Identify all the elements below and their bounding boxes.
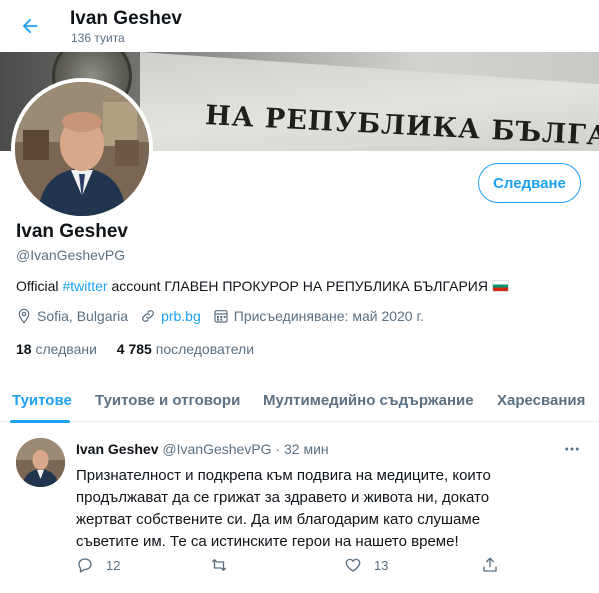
tab-tweets-and-replies[interactable]: Туитове и отговори [95,378,240,422]
share-button[interactable] [481,556,511,574]
joined-text: Присъединяване: май 2020 г. [233,308,424,324]
tweet-text: Признателност и подкрепа към подвига на … [76,467,491,550]
avatar-image [15,82,149,216]
following-count: 18 [16,341,32,357]
location-text: Sofia, Bulgaria [37,308,129,324]
header-tweet-count: 136 туита [71,31,125,45]
following-label: следвани [35,341,97,357]
tweet-avatar-image [16,438,65,487]
like-button[interactable]: 13 [344,556,388,574]
bulgaria-flag-icon [491,280,509,292]
tab-likes[interactable]: Харесвания [497,378,585,422]
following-stat[interactable]: 18 следвани [16,341,97,357]
profile-website[interactable]: prb.bg [140,308,201,324]
tweet-card[interactable]: Ivan Geshev @IvanGeshevPG · 32 мин Призн… [0,423,599,593]
followers-label: последователи [155,341,255,357]
profile-handle: @IvanGeshevPG [16,247,126,263]
tab-likes-label: Харесвания [497,391,586,409]
bio-suffix: account ГЛАВЕН ПРОКУРОР НА РЕПУБЛИКА БЪЛ… [107,278,488,294]
bio-hashtag-link[interactable]: #twitter [62,278,107,294]
retweet-button[interactable] [209,556,241,574]
profile-avatar[interactable] [11,78,153,220]
like-icon [345,558,361,572]
tab-tweets-label: Туитове [12,391,72,409]
tweet-time[interactable]: 32 мин [284,441,329,457]
profile-location: Sofia, Bulgaria [16,308,128,324]
tweet-header: Ivan Geshev @IvanGeshevPG · 32 мин [76,441,329,457]
bio-prefix: Official [16,278,63,294]
calendar-icon [214,310,228,323]
link-icon [142,310,154,322]
profile-tabs: Туитове Туитове и отговори Мултимедийно … [0,378,599,423]
like-count: 13 [374,557,389,573]
reply-icon [78,558,92,573]
tab-media[interactable]: Мултимедийно съдържание [263,378,474,422]
more-icon [565,447,579,451]
followers-count: 4 785 [116,341,152,357]
location-icon [18,308,30,324]
share-icon [483,557,497,572]
profile-stats: 18 следвани 4 785 последователи [16,341,270,357]
back-arrow-icon [22,18,38,34]
profile-header-bar: Ivan Geshev 136 туита [0,0,599,52]
profile-meta: Sofia, Bulgaria prb.bg Присъединяване: м… [16,308,436,324]
tab-tweets[interactable]: Туитове [10,378,72,423]
header-name: Ivan Geshev [70,8,182,29]
profile-joined: Присъединяване: май 2020 г. [213,308,424,324]
website-link[interactable]: prb.bg [161,308,201,324]
tweet-author-handle[interactable]: @IvanGeshevPG [162,441,271,457]
tweet-author-name[interactable]: Ivan Geshev [76,441,159,457]
tab-media-label: Мултимедийно съдържание [263,391,474,409]
followers-stat[interactable]: 4 785 последователи [117,341,254,357]
profile-bio: Official #twitter account ГЛАВЕН ПРОКУРО… [16,278,509,294]
reply-button[interactable]: 12 [76,556,120,574]
profile-name: Ivan Geshev [16,221,128,242]
tweet-actions: 12 13 [76,556,516,576]
tweet-separator: · [271,441,284,457]
tweet-more-button[interactable] [560,437,584,461]
tab-tweets-and-replies-label: Туитове и отговори [95,391,241,409]
retweet-icon [211,559,227,571]
tweet-avatar[interactable] [16,438,65,487]
back-button[interactable] [14,10,46,42]
reply-count: 12 [106,557,121,573]
follow-button[interactable]: Следване [478,163,581,203]
